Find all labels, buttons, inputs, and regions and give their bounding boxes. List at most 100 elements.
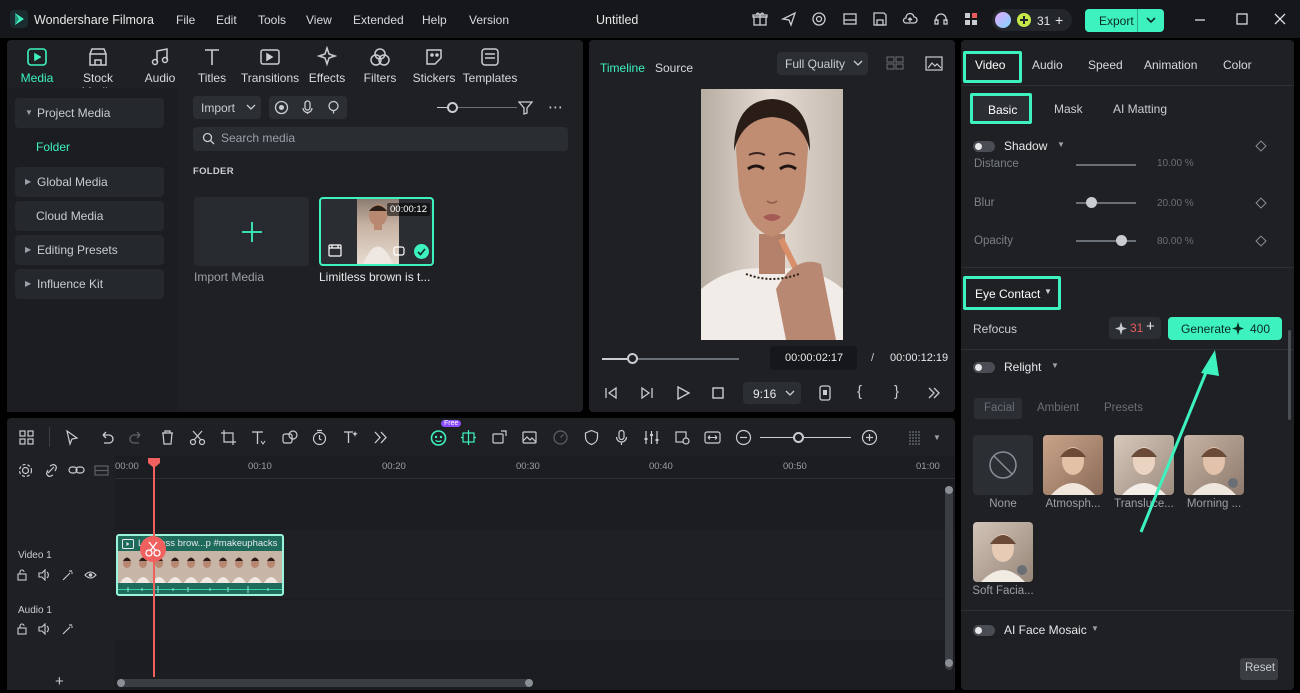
- split-scissors-icon[interactable]: [189, 429, 206, 446]
- previous-frame-icon[interactable]: [603, 385, 619, 401]
- select-cursor-icon[interactable]: [64, 429, 81, 446]
- playhead-line[interactable]: [153, 467, 155, 677]
- speed-icon[interactable]: [552, 429, 569, 446]
- menu-view[interactable]: View: [306, 13, 332, 27]
- tab-transitions[interactable]: Transitions: [240, 46, 300, 85]
- timeline-settings-icon[interactable]: [906, 429, 923, 446]
- render-preview-icon[interactable]: [817, 385, 833, 401]
- ai-face-mosaic-toggle[interactable]: [973, 625, 995, 636]
- more-controls-icon[interactable]: [926, 385, 942, 401]
- reset-button[interactable]: Reset: [1240, 658, 1278, 680]
- snapshot-icon[interactable]: [925, 56, 943, 71]
- keyframe-diamond-icon[interactable]: [1255, 197, 1267, 209]
- keyframe-diamond-icon[interactable]: [1255, 140, 1267, 152]
- sidebar-item-project-media[interactable]: ▼ Project Media: [15, 98, 164, 128]
- text-tool-icon[interactable]: [250, 429, 267, 446]
- zoom-out-icon[interactable]: [735, 429, 752, 446]
- timer-icon[interactable]: [311, 429, 328, 446]
- ai-copilot-icon[interactable]: [811, 11, 827, 27]
- relight-toggle[interactable]: [973, 362, 995, 373]
- clip-label[interactable]: Limitless brown is t...: [319, 270, 430, 284]
- minimize-icon[interactable]: [1192, 11, 1208, 27]
- import-media-tile[interactable]: [194, 197, 309, 266]
- menu-extended[interactable]: Extended: [353, 13, 404, 27]
- record-screen-icon[interactable]: [274, 100, 289, 115]
- audio-track-lane[interactable]: [115, 600, 955, 640]
- microphone-icon[interactable]: [300, 100, 315, 115]
- replace-icon[interactable]: [491, 429, 508, 446]
- vertical-scroll-thumb[interactable]: [945, 486, 953, 494]
- unlink-icon[interactable]: [44, 463, 59, 478]
- shadow-toggle[interactable]: [973, 141, 995, 152]
- lock-icon[interactable]: [16, 623, 28, 635]
- tab-templates[interactable]: Templates: [460, 46, 520, 85]
- magic-wand-icon[interactable]: [62, 569, 74, 581]
- tab-media[interactable]: Media: [10, 46, 64, 85]
- credits-badge[interactable]: 31 +: [992, 9, 1072, 31]
- close-icon[interactable]: [1272, 11, 1288, 27]
- search-box[interactable]: [193, 127, 568, 151]
- eye-contact-header[interactable]: Eye Contact ▼: [963, 276, 1061, 310]
- volume-icon[interactable]: [38, 569, 51, 581]
- export-button[interactable]: Export: [1085, 9, 1164, 32]
- subtab-basic[interactable]: Basic: [970, 93, 1032, 124]
- opacity-slider-knob[interactable]: [1116, 235, 1127, 246]
- shape-icon[interactable]: [281, 429, 298, 446]
- media-clip-thumbnail[interactable]: 00:00:12: [319, 197, 434, 266]
- magic-wand-icon[interactable]: [62, 623, 74, 635]
- horizontal-scroll-start[interactable]: [117, 679, 125, 687]
- tab-source[interactable]: Source: [655, 61, 693, 75]
- record-voiceover-icon[interactable]: [613, 429, 630, 446]
- generate-button[interactable]: Generate 400: [1168, 317, 1282, 340]
- more-options-icon[interactable]: ⋯: [548, 98, 563, 116]
- quality-dropdown[interactable]: Full Quality: [777, 52, 868, 75]
- current-time-box[interactable]: 00:00:02:17: [770, 346, 857, 370]
- relight-tab-ambient[interactable]: Ambient: [1037, 402, 1079, 414]
- eye-icon[interactable]: [84, 569, 97, 581]
- track-settings-icon[interactable]: [18, 463, 33, 478]
- blur-slider[interactable]: [1076, 202, 1136, 204]
- keyframe-diamond-icon[interactable]: [1255, 235, 1267, 247]
- undo-icon[interactable]: [98, 429, 115, 446]
- grid-view-icon[interactable]: [886, 56, 904, 71]
- track-layout-icon[interactable]: [94, 463, 109, 478]
- relight-preset-none[interactable]: [973, 435, 1033, 495]
- scene-detect-icon[interactable]: [460, 429, 477, 446]
- audio-mixer-icon[interactable]: [643, 429, 660, 446]
- maximize-icon[interactable]: [1234, 11, 1250, 27]
- chevron-down-icon[interactable]: [1145, 12, 1157, 28]
- menu-help[interactable]: Help: [422, 13, 447, 27]
- mark-in-icon[interactable]: {: [857, 383, 862, 400]
- blur-slider-knob[interactable]: [1086, 197, 1097, 208]
- sidebar-item-folder[interactable]: Folder: [36, 140, 70, 154]
- zoom-in-icon[interactable]: [861, 429, 878, 446]
- ai-mate-icon[interactable]: [430, 429, 447, 446]
- playback-scrubber[interactable]: [627, 353, 638, 364]
- relight-preset-soft-facial[interactable]: [973, 522, 1033, 582]
- tab-filters[interactable]: Filters: [353, 46, 407, 85]
- more-tools-icon[interactable]: [372, 429, 389, 446]
- sidebar-item-global-media[interactable]: ▶ Global Media: [15, 167, 164, 197]
- volume-icon[interactable]: [38, 623, 51, 635]
- sidebar-item-cloud-media[interactable]: Cloud Media: [15, 201, 164, 231]
- voiceover-icon[interactable]: [326, 100, 341, 115]
- slider-knob[interactable]: [447, 102, 458, 113]
- sidebar-item-editing-presets[interactable]: ▶ Editing Presets: [15, 235, 164, 265]
- tab-audio[interactable]: Audio: [133, 46, 187, 85]
- aspect-ratio-dropdown[interactable]: 9:16: [743, 382, 801, 404]
- distance-slider[interactable]: [1076, 164, 1136, 166]
- video-preview[interactable]: [701, 89, 843, 340]
- timeline-vertical-scrollbar[interactable]: [945, 486, 953, 670]
- tab-speed[interactable]: Speed: [1088, 58, 1123, 72]
- relight-preset-atmosphere[interactable]: [1043, 435, 1103, 495]
- delete-icon[interactable]: [159, 429, 176, 446]
- menu-edit[interactable]: Edit: [216, 13, 237, 27]
- split-scissors-marker[interactable]: [140, 536, 166, 562]
- tab-color[interactable]: Color: [1223, 58, 1252, 72]
- caret-down-icon[interactable]: ▼: [933, 433, 941, 442]
- refocus-credits[interactable]: 31 +: [1109, 317, 1161, 339]
- menu-version[interactable]: Version: [469, 13, 509, 27]
- gift-icon[interactable]: [752, 11, 768, 27]
- send-icon[interactable]: [781, 11, 797, 27]
- next-frame-icon[interactable]: [639, 385, 655, 401]
